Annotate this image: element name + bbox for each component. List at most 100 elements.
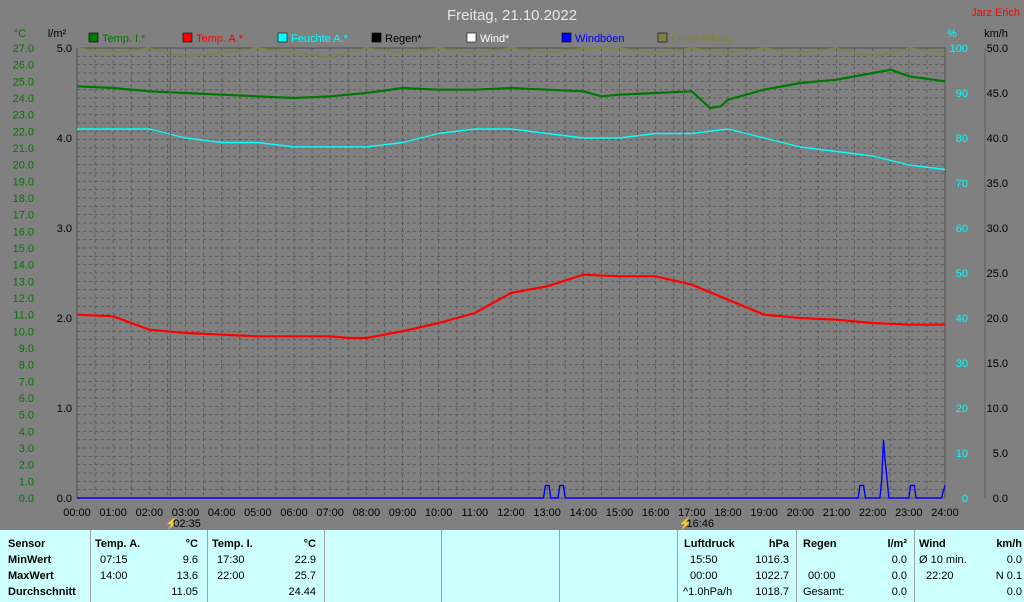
unit-temp: °C [14,28,26,40]
x-tick-label: 21:00 [823,507,851,519]
temp-tick-label: 22.0 [13,126,34,138]
wind-tick-label: 25.0 [987,268,1008,280]
event-time-label: 02:35 [173,518,201,530]
temp-i-unit: °C [303,538,316,550]
rain-unit: l/m² [887,538,907,550]
wind-r1-time: Ø 10 min. [919,554,967,566]
temp-tick-label: 16.0 [13,226,34,238]
x-tick-label: 19:00 [750,507,778,519]
legend-swatch [277,32,288,43]
humidity-tick-label: 60 [956,223,968,235]
wind-tick-label: 50.0 [987,43,1008,55]
wind-tick-label: 0.0 [993,493,1008,505]
unit-wind: km/h [984,28,1008,40]
temp-a-max-time: 14:00 [100,570,128,582]
wind-r1-val: 0.0 [1006,554,1022,566]
temp-tick-label: 1.0 [19,476,34,488]
humidity-tick-label: 40 [956,313,968,325]
wind-tick-label: 30.0 [987,223,1008,235]
rain-r3-val: 0.0 [891,586,907,598]
x-tick-label: 06:00 [280,507,308,519]
temp-tick-label: 24.0 [13,93,34,105]
rain-r3-time: Gesamt: [803,586,845,598]
humidity-tick-label: 10 [956,448,968,460]
temp-tick-label: 18.0 [13,193,34,205]
x-tick-label: 05:00 [244,507,272,519]
rain-tick-label: 2.0 [57,313,72,325]
humidity-tick-label: 50 [956,268,968,280]
pressure-r2-val: 1022.7 [755,570,789,582]
temp-tick-label: 26.0 [13,60,34,72]
rain-tick-label: 3.0 [57,223,72,235]
x-tick-label: 22:00 [859,507,887,519]
row-label-min: MinWert [8,554,52,566]
pressure-r1-time: 15:50 [690,554,718,566]
x-tick-label: 15:00 [606,507,634,519]
temp-tick-label: 0.0 [19,493,34,505]
x-tick-label: 18:00 [714,507,742,519]
rain-header: Regen [803,538,837,550]
temp-tick-label: 14.0 [13,260,34,272]
temp-tick-label: 4.0 [19,426,34,438]
temp-a-min-time: 07:15 [100,554,128,566]
pressure-header: Luftdruck [684,538,735,550]
pressure-r1-val: 1016.3 [755,554,789,566]
x-tick-label: 20:00 [787,507,815,519]
x-tick-label: 09:00 [389,507,417,519]
legend-label: Feuchte A.* [291,33,349,45]
rain-r1-val: 0.0 [891,554,907,566]
wind-r2-val: N 0.1 [995,570,1022,582]
x-tick-label: 23:00 [895,507,923,519]
x-tick-label: 01:00 [99,507,127,519]
rain-r2-val: 0.0 [891,570,907,582]
rain-tick-label: 4.0 [57,133,72,145]
temp-tick-label: 6.0 [19,393,34,405]
legend-swatch [88,32,99,43]
humidity-tick-label: 30 [956,358,968,370]
row-label-max: MaxWert [8,570,54,582]
legend-swatch [466,32,477,43]
legend-label: Regen* [385,33,422,45]
legend: Temp. I.* Temp. A.* Feuchte A.* Regen* Wind*… [88,32,732,45]
temp-tick-label: 20.0 [13,160,34,172]
humidity-tick-label: 90 [956,88,968,100]
temp-tick-label: 27.0 [13,43,34,55]
temp-tick-label: 13.0 [13,276,34,288]
x-tick-label: 10:00 [425,507,453,519]
x-tick-label: 14:00 [570,507,598,519]
wind-tick-label: 15.0 [987,358,1008,370]
wind-tick-label: 10.0 [987,403,1008,415]
legend-label: Einstrahlung [671,33,732,45]
temp-tick-label: 19.0 [13,176,34,188]
temp-tick-label: 12.0 [13,293,34,305]
wind-unit: km/h [996,538,1022,550]
wind-r3-val: 0.0 [1006,586,1022,598]
temp-tick-label: 21.0 [13,143,34,155]
humidity-tick-label: 0 [962,493,968,505]
temp-tick-label: 5.0 [19,410,34,422]
legend-label: Temp. A.* [196,33,244,45]
legend-label: Wind* [480,33,510,45]
temp-i-min: 22.9 [294,554,316,566]
temp-tick-label: 25.0 [13,76,34,88]
temp-tick-label: 8.0 [19,360,34,372]
x-tick-label: 02:00 [136,507,164,519]
unit-rain: l/m² [48,28,67,40]
temp-a-unit: °C [185,538,198,550]
wind-tick-label: 20.0 [987,313,1008,325]
temp-i-header: Temp. I. [212,538,253,550]
rain-tick-label: 5.0 [57,43,72,55]
x-tick-label: 00:00 [63,507,91,519]
humidity-tick-label: 100 [950,43,968,55]
legend-swatch [561,32,572,43]
event-time-label: 16:46 [687,518,715,530]
wind-tick-label: 40.0 [987,133,1008,145]
rain-r2-time: 00:00 [808,570,836,582]
wind-tick-label: 45.0 [987,88,1008,100]
weather-chart: 0.0 1.0 2.0 3.0 4.0 5.0 6.0 7.0 8.0 9.0 10.0 11.0 12… [13,7,1020,530]
legend-label: Temp. I.* [102,33,146,45]
x-tick-label: 07:00 [316,507,344,519]
temp-tick-label: 7.0 [19,376,34,388]
wind-header: Wind [919,538,946,550]
author-label: Jarz Erich [971,7,1020,19]
